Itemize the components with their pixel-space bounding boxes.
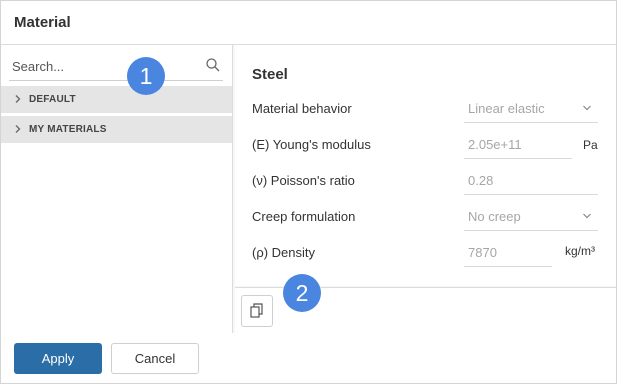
callout-badge-1: 1 <box>127 57 165 95</box>
youngs-modulus-value: 2.05e+11 <box>468 137 522 152</box>
poissons-ratio-label: (ν) Poisson's ratio <box>252 173 355 188</box>
tree-item-default[interactable]: DEFAULT <box>1 86 232 113</box>
copy-material-button[interactable] <box>241 295 273 327</box>
density-field[interactable]: 7870 <box>464 238 552 267</box>
youngs-modulus-unit: Pa <box>583 138 598 152</box>
density-label: (ρ) Density <box>252 245 316 260</box>
dialog-title: Material <box>14 14 71 31</box>
creep-formulation-value: No creep <box>468 209 521 224</box>
material-properties-pane: Steel Material behavior Linear elastic (… <box>235 45 616 286</box>
search-icon[interactable] <box>205 57 221 73</box>
chevron-right-icon <box>15 125 21 133</box>
poissons-ratio-field[interactable]: 0.28 <box>464 166 598 195</box>
material-behavior-label: Material behavior <box>252 101 352 116</box>
poissons-ratio-value: 0.28 <box>468 173 494 188</box>
chevron-right-icon <box>15 95 21 103</box>
creep-formulation-label: Creep formulation <box>252 209 356 224</box>
callout-badge-2: 2 <box>283 274 321 312</box>
material-behavior-select[interactable]: Linear elastic <box>464 94 598 123</box>
density-value: 7870 <box>468 245 497 260</box>
density-unit: kg/m³ <box>565 244 595 258</box>
material-name: Steel <box>252 66 288 83</box>
youngs-modulus-field[interactable]: 2.05e+11 <box>464 130 572 159</box>
tree-item-label: DEFAULT <box>29 94 76 105</box>
material-library-pane: DEFAULT MY MATERIALS <box>1 45 233 333</box>
tree-item-label: MY MATERIALS <box>29 124 107 135</box>
search-box <box>9 52 223 81</box>
chevron-down-icon <box>583 213 591 219</box>
tree-item-my-materials[interactable]: MY MATERIALS <box>1 116 232 143</box>
material-behavior-value: Linear elastic <box>468 101 545 116</box>
search-input[interactable] <box>12 56 192 76</box>
chevron-down-icon <box>583 105 591 111</box>
copy-icon <box>250 303 263 318</box>
cancel-button[interactable]: Cancel <box>111 343 199 374</box>
material-dialog: Material DEFAULT MY MATERIALS <box>0 0 617 384</box>
creep-formulation-select[interactable]: No creep <box>464 202 598 231</box>
youngs-modulus-label: (E) Young's modulus <box>252 137 371 152</box>
apply-button[interactable]: Apply <box>14 343 102 374</box>
dialog-footer: Apply Cancel <box>1 333 616 383</box>
